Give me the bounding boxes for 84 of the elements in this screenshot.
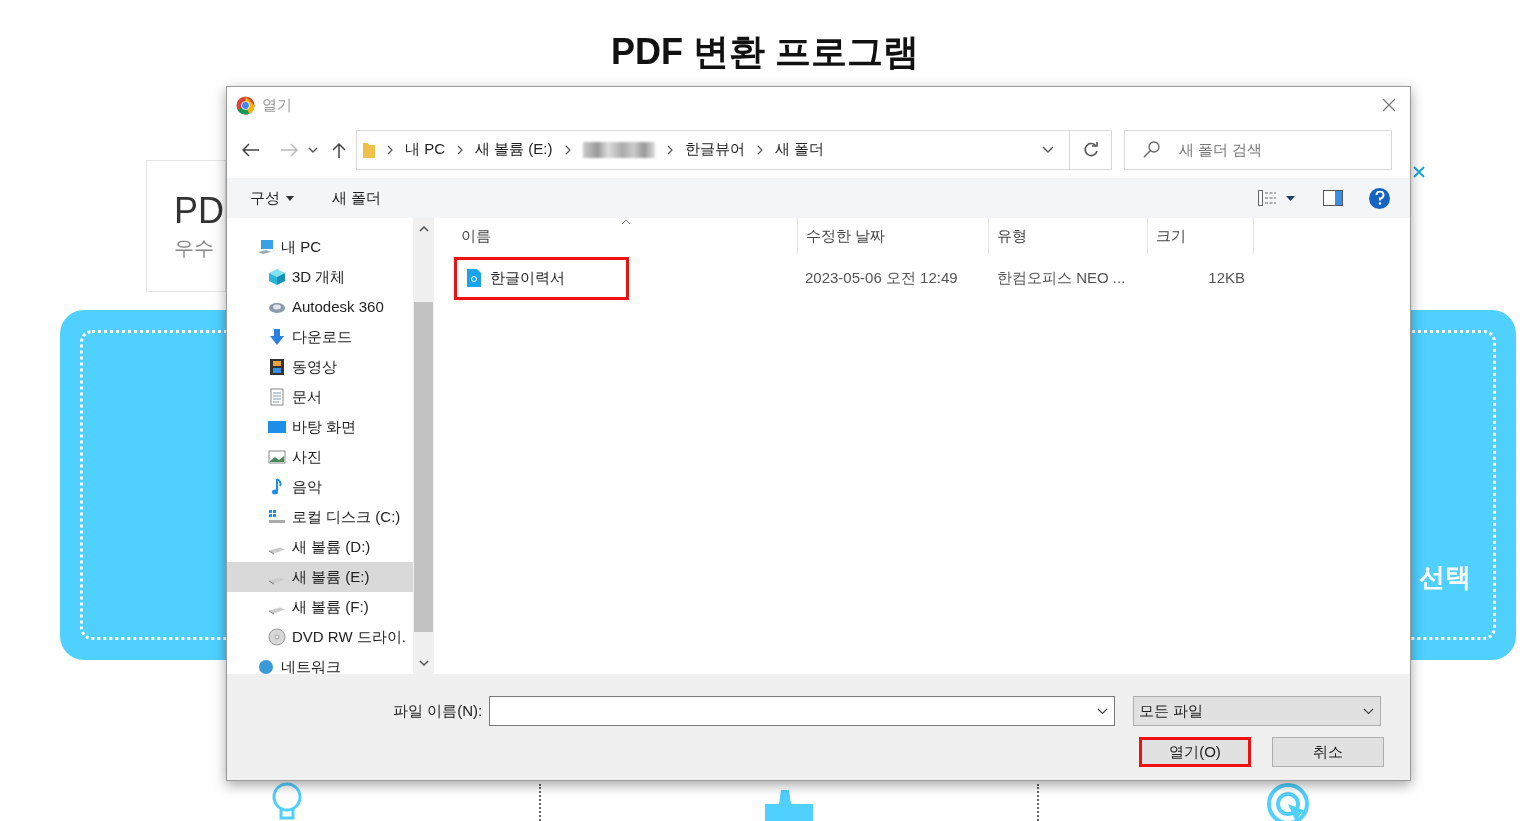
- chevron-down-icon: [308, 146, 318, 153]
- question-mark-icon: [1374, 191, 1385, 205]
- nav-item[interactable]: 새 볼륨 (D:): [227, 532, 413, 562]
- thumbs-up-icon: [765, 790, 815, 821]
- breadcrumb-item[interactable]: 새 폴더: [774, 138, 824, 161]
- download-icon: [268, 328, 286, 346]
- search-field[interactable]: 새 폴더 검색: [1124, 129, 1392, 170]
- toolbar-button[interactable]: 새 폴더: [332, 186, 382, 210]
- monitor-icon: [268, 418, 286, 436]
- file-size: 12KB: [1207, 267, 1245, 288]
- nav-item[interactable]: 내 PC: [227, 232, 413, 262]
- nav-item[interactable]: 동영상: [227, 352, 413, 382]
- scrollbar[interactable]: [413, 218, 434, 674]
- close-button[interactable]: [1380, 96, 1398, 114]
- computer-icon: [257, 238, 275, 256]
- search-icon: [1143, 140, 1160, 158]
- chevron-icon: [756, 144, 763, 155]
- page-title: PDF 변환 프로그램: [611, 30, 919, 74]
- filename-field[interactable]: [489, 696, 1116, 726]
- scroll-down-icon[interactable]: [418, 660, 429, 666]
- pane-icon: [1323, 190, 1343, 206]
- browser-logo-icon: [236, 95, 255, 115]
- card-subtitle: 우수: [174, 236, 214, 261]
- chevron-down-icon: [1097, 707, 1109, 715]
- chevron-icon: [457, 144, 463, 155]
- image-icon: [268, 448, 286, 466]
- click-icon: [1266, 782, 1312, 821]
- file-row-highlight[interactable]: 한글이력서: [454, 256, 629, 300]
- chevron-down-icon: [1363, 707, 1375, 715]
- drive-icon: [268, 547, 286, 555]
- file-name: 한글이력서: [490, 267, 565, 288]
- disc-icon: [268, 628, 286, 646]
- nav-item[interactable]: 바탕 화면: [227, 412, 413, 442]
- chevron-down-icon: [1042, 145, 1054, 154]
- document-icon: [467, 269, 481, 287]
- caret-icon: [1286, 195, 1295, 201]
- document-icon: [268, 388, 286, 406]
- close-icon[interactable]: [1412, 165, 1426, 179]
- folder-icon: [363, 141, 375, 158]
- column-header[interactable]: 수정한 날짜: [798, 218, 989, 254]
- breadcrumb-item[interactable]: 새 볼륨 (E:): [475, 138, 553, 161]
- chevron-icon: [564, 144, 571, 155]
- preview-pane-button[interactable]: [1323, 190, 1343, 206]
- toolbar-button[interactable]: 구성: [250, 186, 294, 210]
- address-bar[interactable]: 내 PC 새 볼륨 (E:) 한글뷰어 새 폴더: [356, 129, 1112, 170]
- dropzone-label: 선택: [1419, 561, 1471, 594]
- cube-icon: [268, 268, 286, 286]
- film-icon: [268, 358, 286, 376]
- column-header[interactable]: 유형: [989, 218, 1148, 254]
- view-options-button[interactable]: [1258, 190, 1295, 206]
- scroll-up-icon[interactable]: [418, 226, 429, 232]
- chevron-icon: [666, 144, 673, 155]
- column-header[interactable]: 크기: [1148, 218, 1254, 254]
- file-type: 한컴오피스 NEO ...: [997, 267, 1127, 288]
- details-view-icon: [1258, 190, 1276, 206]
- drive-icon: [268, 607, 286, 615]
- lightbulb-icon: [270, 782, 304, 821]
- file-date: 2023-05-06 오전 12:49: [805, 267, 959, 288]
- nav-item[interactable]: 사진: [227, 442, 413, 472]
- dialog-title: 열기: [262, 94, 292, 115]
- breadcrumb-item[interactable]: 한글뷰어: [684, 138, 745, 161]
- drive-icon: [268, 577, 286, 585]
- nav-item[interactable]: 새 볼륨 (E:): [227, 562, 413, 592]
- caret-icon: [286, 195, 294, 201]
- nav-item[interactable]: 문서: [227, 382, 413, 412]
- card-title: PD: [174, 191, 224, 231]
- column-header[interactable]: 이름: [453, 218, 798, 254]
- dialog-button[interactable]: 열기(O): [1139, 737, 1251, 767]
- help-button[interactable]: [1369, 187, 1390, 209]
- nav-item[interactable]: 다운로드: [227, 322, 413, 352]
- nav-item[interactable]: 네트워크: [227, 652, 413, 674]
- filename-label: 파일 이름(N):: [393, 700, 483, 721]
- refresh-icon: [1082, 141, 1099, 158]
- breadcrumb-item[interactable]: 내 PC: [405, 138, 445, 161]
- nav-item[interactable]: 3D 개체: [227, 262, 413, 292]
- nav-item[interactable]: DVD RW 드라이.: [227, 622, 413, 652]
- chevron-icon: [387, 144, 393, 155]
- dialog-button[interactable]: 취소: [1272, 737, 1384, 767]
- file-type-select[interactable]: 모든 파일: [1133, 696, 1382, 726]
- nav-item[interactable]: 로컬 디스크 (C:): [227, 502, 413, 532]
- nav-item[interactable]: Autodesk 360: [227, 292, 413, 322]
- nav-item[interactable]: 새 볼륨 (F:): [227, 592, 413, 622]
- nav-item[interactable]: 음악: [227, 472, 413, 502]
- drive-icon: [268, 508, 286, 526]
